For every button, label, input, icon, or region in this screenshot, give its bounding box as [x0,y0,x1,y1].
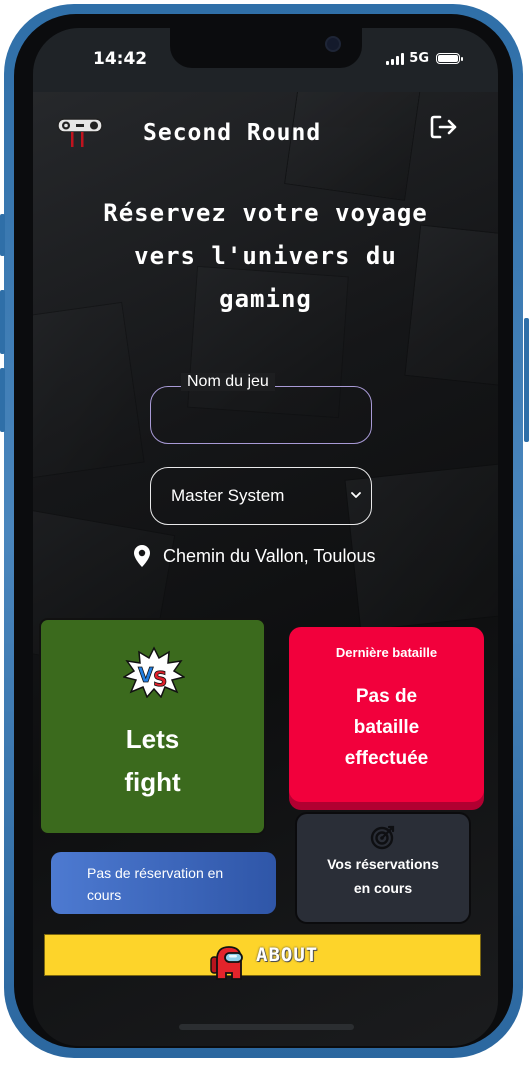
app-header: Second Round [33,92,498,172]
last-battle-card[interactable]: Dernière bataille Pas de bataille effect… [289,627,484,802]
svg-text:V: V [138,663,154,687]
status-bar: 14:42 5G [33,28,498,92]
hero-line-2: vers l'univers du [134,242,397,270]
signal-icon [386,52,405,65]
app-main: Second Round Réservez votre voyage vers … [33,92,498,1046]
about-label: ABOUT [256,944,319,966]
game-name-input[interactable] [163,403,363,431]
notch [170,28,362,68]
booking-line-1: Pas de réservation en [87,865,224,881]
phone-screen: 14:42 5G Second Round Réservez votre voy… [33,28,498,1046]
battle-line-1: Pas de [355,686,418,707]
last-battle-title: Dernière bataille [335,645,438,660]
chevron-down-icon [351,492,361,498]
game-name-field[interactable]: Nom du jeu [150,373,372,444]
map-pin-icon [134,545,150,567]
svg-text:S: S [153,667,167,691]
hero-line-3: gaming [219,285,312,313]
hero-line-1: Réservez votre voyage [103,199,428,227]
lets-fight-card[interactable]: V S Lets fight [41,620,264,833]
status-indicators: 5G [386,51,463,66]
reservations-line-2: en cours [353,880,413,896]
reservations-line-1: Vos réservations [327,856,439,872]
about-button[interactable]: ABOUT [44,934,481,980]
battle-line-3: effectuée [344,748,429,769]
location-row: Chemin du Vallon, Toulous [133,544,398,568]
battery-icon [436,53,463,64]
booking-line-2: cours [87,887,122,903]
mute-switch [0,214,5,256]
no-booking-label: Pas de réservation en cours [87,862,267,906]
logout-icon[interactable] [430,114,458,140]
hero-heading: Réservez votre voyage vers l'univers du … [33,192,498,321]
no-booking-card[interactable]: Pas de réservation en cours [51,852,276,914]
volume-down-button [0,368,5,432]
target-icon [370,825,395,850]
home-indicator [179,1024,354,1030]
lets-fight-label: Lets fight [41,718,264,804]
robot-controller-icon[interactable] [57,116,103,150]
versus-icon: V S [123,646,185,698]
console-select[interactable]: Master System [150,467,372,525]
last-battle-message: Pas de bataille effectuée [289,681,484,774]
volume-up-button [0,290,5,354]
location-text: Chemin du Vallon, Toulous [163,545,376,566]
network-type: 5G [409,51,429,66]
status-time: 14:42 [93,49,148,69]
app-title: Second Round [143,120,322,146]
fight-line-1: Lets [125,724,180,754]
camera-icon [325,36,341,52]
my-reservations-card[interactable]: Vos réservations en cours [297,814,469,922]
fight-line-2: fight [124,767,181,797]
crewmate-icon [210,946,243,980]
battle-line-2: bataille [353,717,420,738]
game-name-label: Nom du jeu [181,373,275,391]
console-select-value: Master System [171,486,285,505]
power-button [524,318,529,442]
my-reservations-label: Vos réservations en cours [297,852,469,900]
